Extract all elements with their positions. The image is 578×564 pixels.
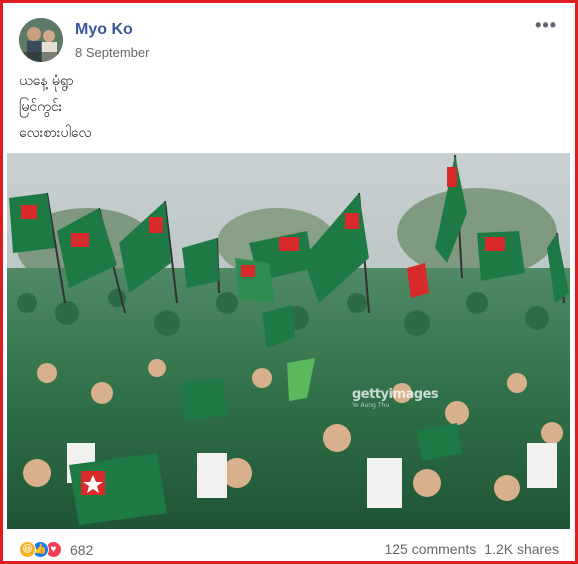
post-photo[interactable]: gettyimages Ye Aung Thu bbox=[7, 153, 570, 529]
avatar[interactable] bbox=[19, 18, 63, 62]
post-card: Myo Ko 8 September ••• ယနေ့ မုံရွာ မြင်က… bbox=[0, 0, 578, 564]
watermark-logo: gettyimages bbox=[352, 387, 439, 402]
post-text-line: မြင်ကွင်း bbox=[19, 99, 63, 115]
reaction-count: 682 bbox=[70, 541, 94, 558]
post-stats: 125 comments 1.2K shares bbox=[384, 541, 559, 557]
post-text: ယနေ့ မုံရွာ မြင်ကွင်း လေးစားပါလေ bbox=[19, 71, 92, 149]
post-date[interactable]: 8 September bbox=[75, 45, 149, 60]
more-horizontal-icon[interactable]: ••• bbox=[535, 15, 557, 36]
shares-link[interactable]: 1.2K shares bbox=[484, 541, 559, 557]
post-footer: 😆 👍 ♥ 682 125 comments 1.2K shares bbox=[19, 541, 559, 563]
author-name[interactable]: Myo Ko bbox=[75, 21, 133, 39]
post-text-line: ယနေ့ မုံရွာ bbox=[19, 73, 74, 89]
watermark-credit: Ye Aung Thu bbox=[352, 402, 390, 409]
watermark: gettyimages Ye Aung Thu bbox=[352, 387, 439, 409]
post-text-line: လေးစားပါလေ bbox=[19, 125, 92, 141]
haha-icon: 😆 bbox=[19, 541, 36, 558]
reactions-summary[interactable]: 😆 👍 ♥ 682 bbox=[19, 541, 93, 558]
comments-link[interactable]: 125 comments bbox=[384, 541, 476, 557]
